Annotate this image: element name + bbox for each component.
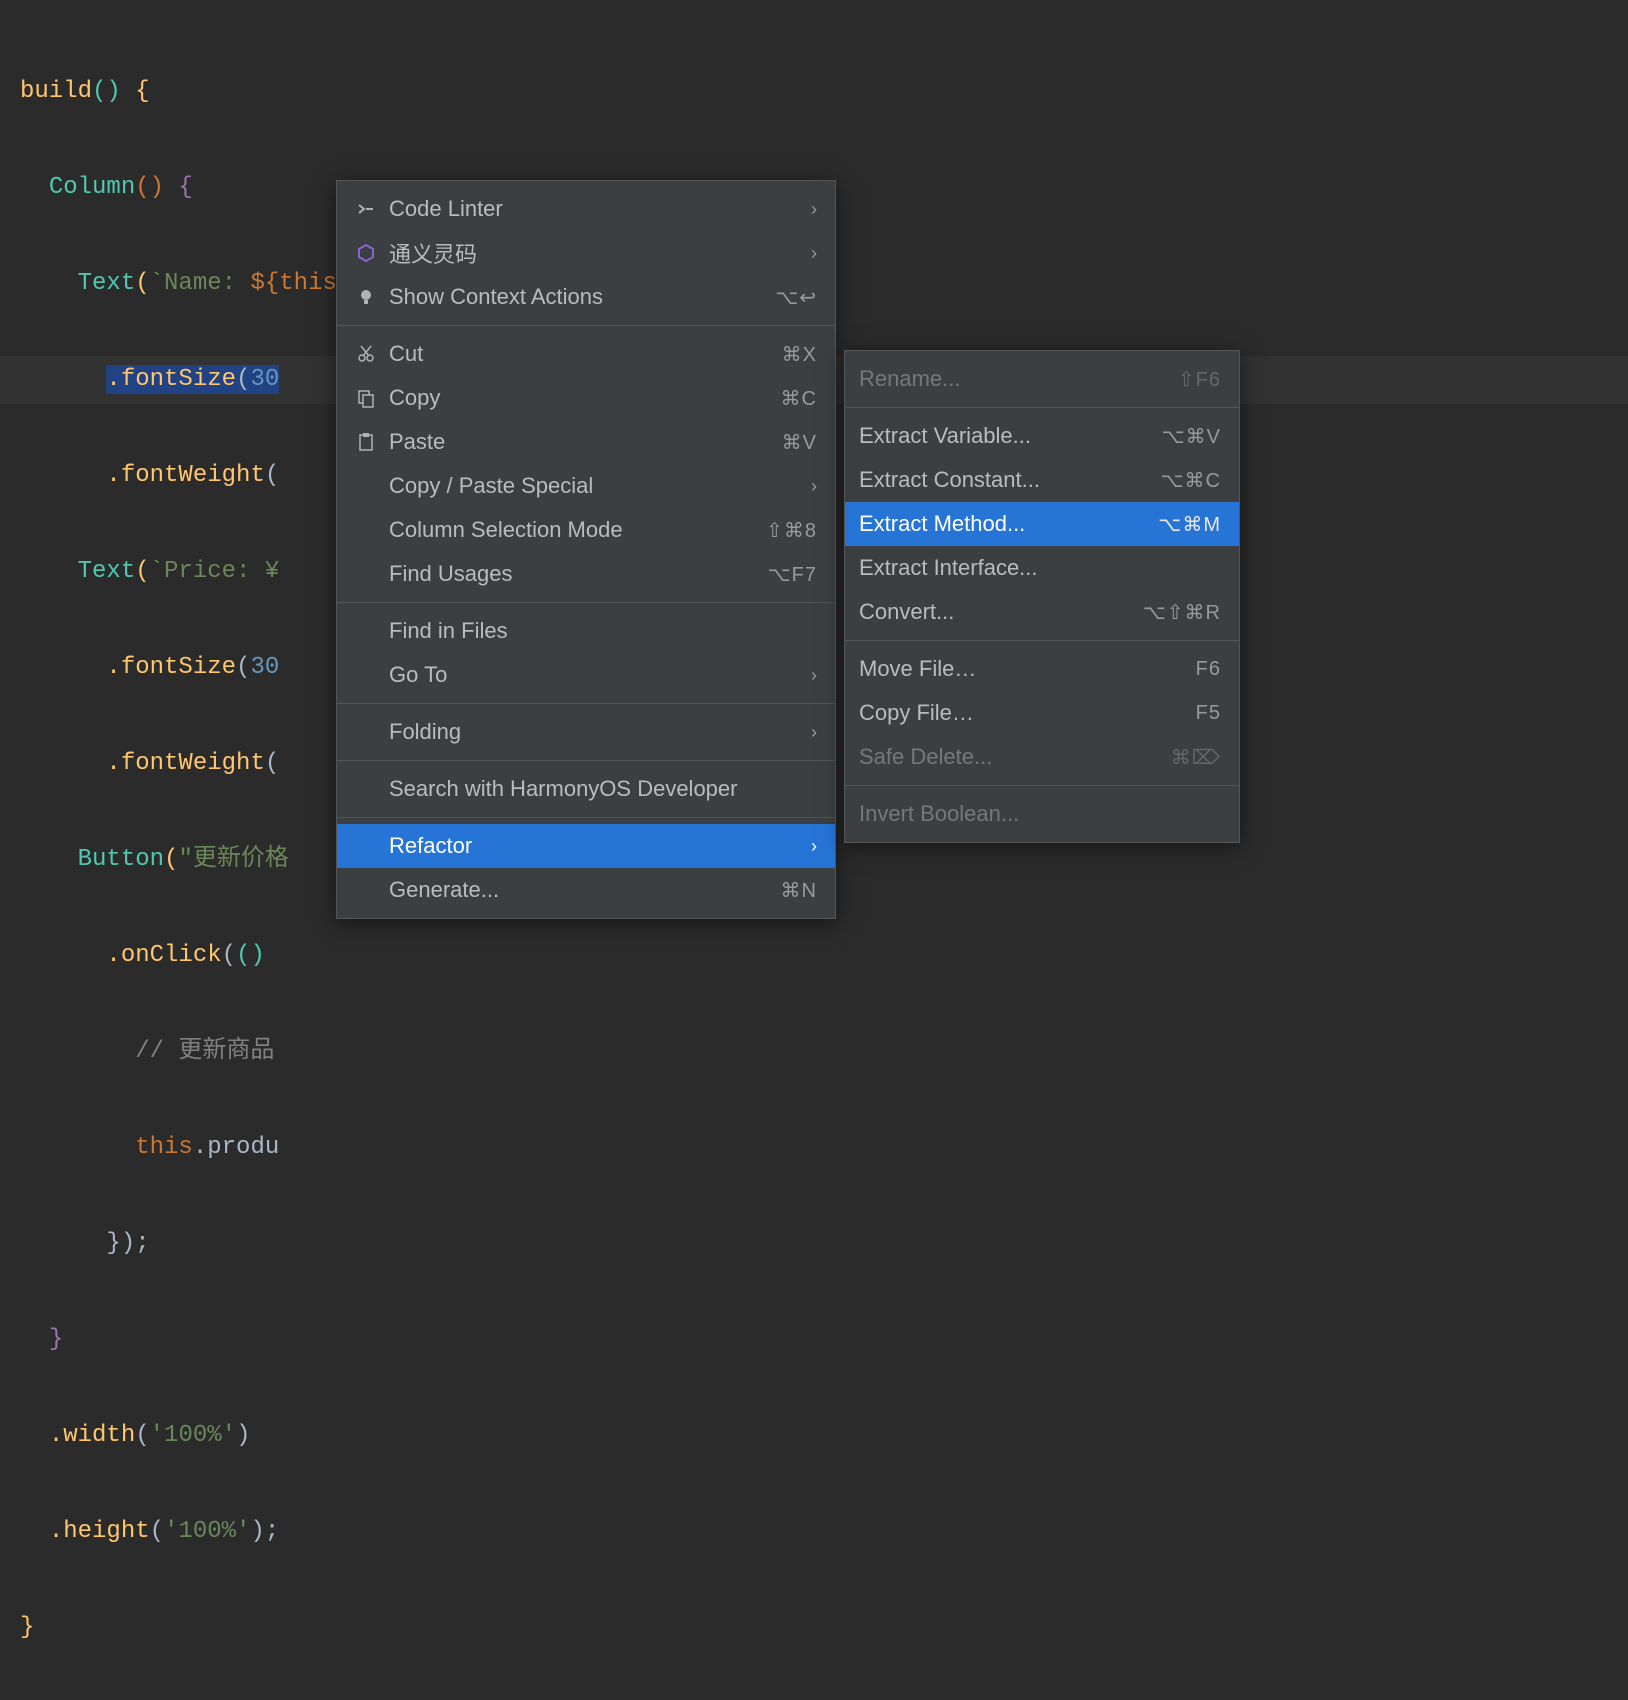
submenu-copy-file[interactable]: Copy File… F5 — [845, 691, 1239, 735]
menu-column-selection[interactable]: Column Selection Mode ⇧⌘8 — [337, 508, 835, 552]
chevron-right-icon: › — [811, 243, 817, 264]
submenu-invert-boolean: Invert Boolean... — [845, 792, 1239, 836]
submenu-extract-constant[interactable]: Extract Constant... ⌥⌘C — [845, 458, 1239, 502]
method-onclick: .onClick — [106, 942, 221, 969]
code-linter-icon — [351, 199, 381, 219]
menu-generate[interactable]: Generate... ⌘N — [337, 868, 835, 912]
submenu-convert[interactable]: Convert... ⌥⇧⌘R — [845, 590, 1239, 634]
menu-separator — [337, 760, 835, 761]
fn-name: build — [20, 78, 92, 105]
submenu-extract-interface[interactable]: Extract Interface... — [845, 546, 1239, 590]
type-column: Column — [49, 174, 135, 201]
menu-search-harmonyos[interactable]: Search with HarmonyOS Developer — [337, 767, 835, 811]
method-fontsize: .fontSize — [106, 366, 236, 393]
menu-copy[interactable]: Copy ⌘C — [337, 376, 835, 420]
tongyi-icon — [351, 243, 381, 263]
submenu-rename: Rename... ⇧F6 — [845, 357, 1239, 401]
menu-separator — [845, 640, 1239, 641]
method-height: .height — [49, 1518, 150, 1545]
menu-refactor[interactable]: Refactor › — [337, 824, 835, 868]
menu-show-context-actions[interactable]: Show Context Actions ⌥↩ — [337, 275, 835, 319]
menu-copy-paste-special[interactable]: Copy / Paste Special › — [337, 464, 835, 508]
menu-goto[interactable]: Go To › — [337, 653, 835, 697]
menu-separator — [337, 325, 835, 326]
menu-code-linter[interactable]: Code Linter › — [337, 187, 835, 231]
submenu-move-file[interactable]: Move File… F6 — [845, 647, 1239, 691]
menu-cut[interactable]: Cut ⌘X — [337, 332, 835, 376]
menu-separator — [845, 785, 1239, 786]
menu-find-in-files[interactable]: Find in Files — [337, 609, 835, 653]
submenu-extract-variable[interactable]: Extract Variable... ⌥⌘V — [845, 414, 1239, 458]
chevron-right-icon: › — [811, 476, 817, 497]
type-text: Text — [78, 270, 136, 297]
chevron-right-icon: › — [811, 665, 817, 686]
chevron-right-icon: › — [811, 836, 817, 857]
copy-icon — [351, 388, 381, 408]
chevron-right-icon: › — [811, 199, 817, 220]
menu-separator — [337, 817, 835, 818]
context-menu: Code Linter › 通义灵码 › Show Context Action… — [336, 180, 836, 919]
menu-separator — [845, 407, 1239, 408]
menu-tongyi[interactable]: 通义灵码 › — [337, 231, 835, 275]
cut-icon — [351, 344, 381, 364]
paste-icon — [351, 432, 381, 452]
menu-separator — [337, 602, 835, 603]
comment: // 更新商品 — [135, 1038, 274, 1065]
menu-find-usages[interactable]: Find Usages ⌥F7 — [337, 552, 835, 596]
submenu-extract-method[interactable]: Extract Method... ⌥⌘M — [845, 502, 1239, 546]
menu-paste[interactable]: Paste ⌘V — [337, 420, 835, 464]
type-button: Button — [78, 846, 164, 873]
method-width: .width — [49, 1422, 135, 1449]
menu-separator — [337, 703, 835, 704]
bulb-icon — [351, 287, 381, 307]
method-fontweight: .fontWeight — [106, 462, 264, 489]
menu-folding[interactable]: Folding › — [337, 710, 835, 754]
refactor-submenu: Rename... ⇧F6 Extract Variable... ⌥⌘V Ex… — [844, 350, 1240, 843]
chevron-right-icon: › — [811, 722, 817, 743]
submenu-safe-delete: Safe Delete... ⌘⌦ — [845, 735, 1239, 779]
type-text2: Text — [78, 558, 136, 585]
